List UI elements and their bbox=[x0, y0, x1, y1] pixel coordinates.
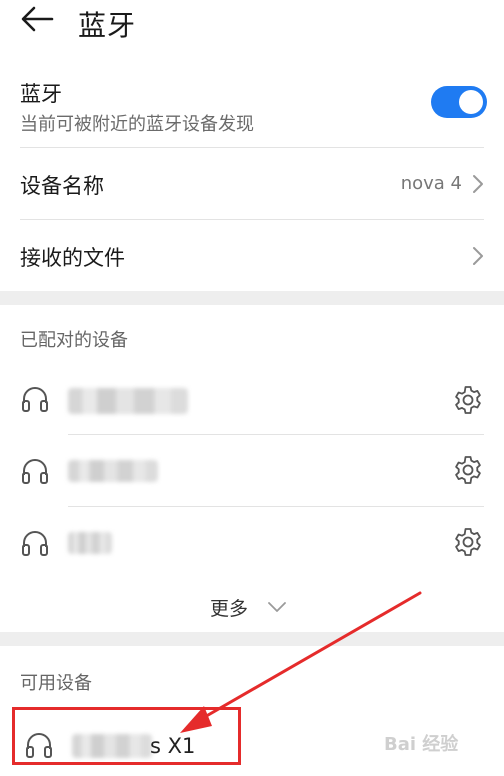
highlight-box bbox=[12, 707, 241, 765]
chevron-right-icon bbox=[473, 175, 483, 193]
gear-icon[interactable] bbox=[452, 454, 484, 486]
more-label: 更多 bbox=[210, 598, 249, 620]
chevron-down-icon bbox=[268, 602, 286, 612]
paired-device-row[interactable] bbox=[0, 508, 504, 578]
bluetooth-toggle[interactable] bbox=[431, 86, 487, 118]
paired-device-row[interactable] bbox=[0, 366, 504, 434]
received-files-label: 接收的文件 bbox=[20, 246, 125, 270]
device-name-row[interactable]: 设备名称 nova 4 bbox=[0, 148, 504, 220]
paired-device-row[interactable] bbox=[0, 436, 504, 506]
gear-icon[interactable] bbox=[452, 526, 484, 558]
bluetooth-subtitle: 当前可被附近的蓝牙设备发现 bbox=[20, 114, 254, 135]
more-button[interactable]: 更多 bbox=[200, 592, 310, 622]
received-files-row[interactable]: 接收的文件 bbox=[0, 220, 504, 290]
page-title: 蓝牙 bbox=[78, 9, 137, 42]
device-name-redacted bbox=[68, 532, 112, 554]
divider bbox=[68, 506, 484, 507]
device-name-redacted bbox=[68, 388, 188, 414]
gear-icon[interactable] bbox=[452, 384, 484, 416]
device-name-value: nova 4 bbox=[400, 173, 462, 194]
device-name-redacted bbox=[68, 460, 158, 482]
available-devices-header: 可用设备 bbox=[20, 673, 92, 694]
toggle-knob bbox=[459, 90, 483, 114]
headset-icon bbox=[22, 531, 48, 556]
bluetooth-label: 蓝牙 bbox=[20, 82, 62, 106]
chevron-right-icon bbox=[473, 247, 483, 265]
back-arrow-icon[interactable] bbox=[20, 6, 54, 32]
device-name-label: 设备名称 bbox=[20, 174, 104, 198]
headset-icon bbox=[22, 459, 48, 484]
watermark: Bai 经验 bbox=[384, 734, 459, 755]
divider bbox=[68, 434, 484, 435]
headset-icon bbox=[22, 387, 48, 412]
section-separator bbox=[0, 291, 504, 305]
section-separator bbox=[0, 632, 504, 646]
paired-devices-header: 已配对的设备 bbox=[20, 330, 128, 351]
